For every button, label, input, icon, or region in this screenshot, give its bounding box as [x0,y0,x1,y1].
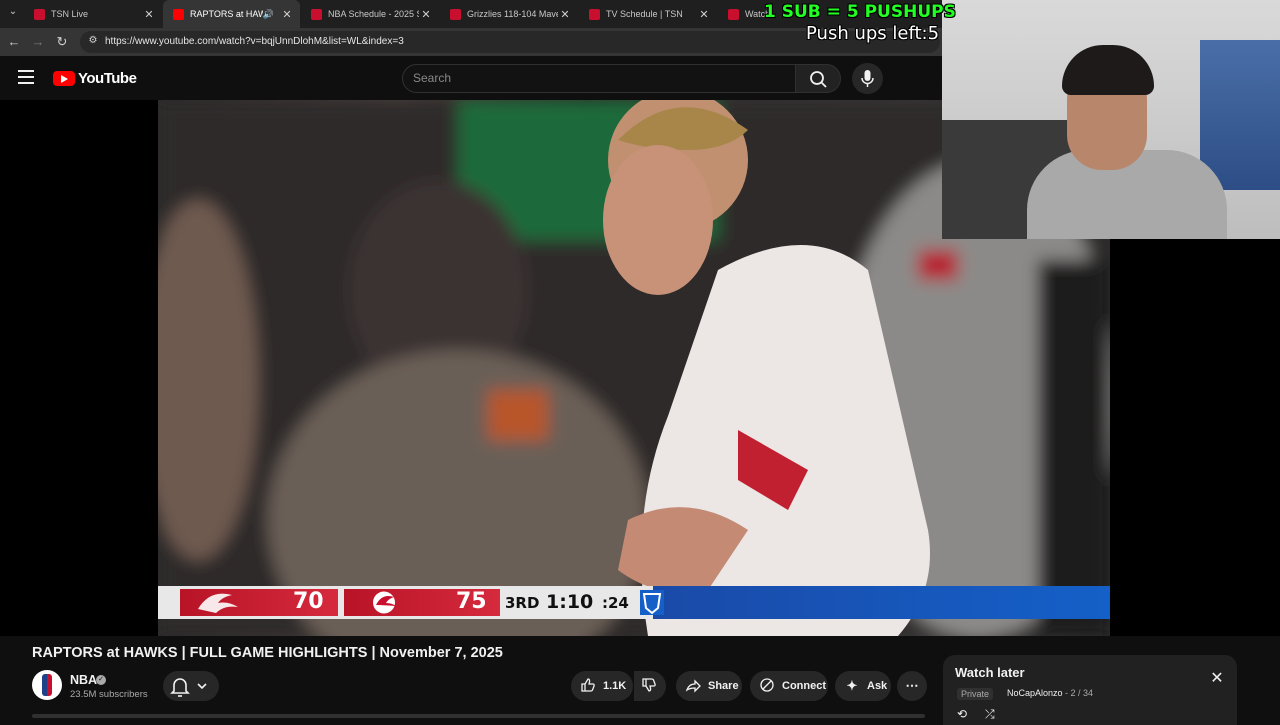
game-clock: 1:10 [546,591,594,613]
tab-close-icon[interactable]: ✕ [697,8,711,21]
tab-title: Grizzlies 118-104 Maveric [467,9,558,19]
share-arrow-icon [684,677,702,696]
verified-badge-icon: ✓ [96,675,106,685]
game-period: 3RD [505,594,540,612]
loop-icon[interactable]: ⟲ [957,707,967,721]
tab-search-icon[interactable]: ⌄ [4,6,22,22]
nba-favicon-icon [450,8,461,20]
back-arrow-icon[interactable]: ← [6,34,22,50]
below-video-divider [32,714,925,718]
microphone-icon [861,70,874,87]
tab-close-icon[interactable]: ✕ [142,8,156,21]
youtube-header: YouTube [0,56,942,100]
tab-tv-schedule-tsn[interactable]: TV Schedule | TSN ✕ [579,0,717,28]
voice-search-button[interactable] [852,63,883,94]
subscriber-count: 23.5M subscribers [70,689,148,700]
hawks-logo-icon [373,591,396,614]
connect-label: Connect [782,680,826,692]
webcam-background-window [1200,40,1280,190]
youtube-play-logo-icon [53,71,75,86]
pushups-left-overlay: Push ups left:5 [806,23,940,44]
close-icon[interactable]: ✕ [1209,671,1225,687]
ask-label: Ask [867,680,888,692]
sparkle-icon: ✦ [846,678,858,693]
tab-tsn-live[interactable]: TSN Live ✕ [24,0,162,28]
home-score: 75 [456,589,487,614]
tsn-favicon-icon [34,8,45,20]
thumbs-up-icon [579,677,597,696]
search-button[interactable] [795,64,841,93]
playlist-panel: Watch later ✕ Private NoCapAlonzo - 2 / … [943,655,1237,725]
nba-favicon-icon [311,8,322,20]
tab-raptors-at-hawks[interactable]: RAPTORS at HAWKS | 🔊 ✕ [163,0,300,28]
pushups-rule-overlay: 1 SUB = 5 PUSHUPS [764,2,956,22]
notification-bell-button[interactable] [163,671,219,701]
nba-logo-icon [42,674,52,696]
shot-clock: :24 [602,594,629,612]
tab-close-icon[interactable]: ✕ [558,8,572,21]
channel-name[interactable]: NBA [70,673,97,687]
hamburger-menu-icon[interactable] [18,70,34,84]
fanduel-shield-icon [640,590,664,615]
tab-favicon-icon [728,8,739,20]
connect-icon [758,677,776,696]
url-text[interactable]: https://www.youtube.com/watch?v=bqjUnnDl… [105,36,404,47]
webcam-overlay [942,0,1280,239]
channel-avatar[interactable] [32,670,62,700]
more-actions-button[interactable]: ⋯ [897,671,927,701]
raptors-logo-icon [198,593,238,613]
search-box [402,64,796,93]
share-button[interactable]: Share [676,671,742,701]
search-input[interactable] [413,71,783,85]
tab-title: RAPTORS at HAWKS | [190,9,263,19]
dislike-button[interactable] [634,671,666,701]
video-title: RAPTORS at HAWKS | FULL GAME HIGHLIGHTS … [32,645,503,661]
youtube-favicon-icon [173,8,184,20]
youtube-logo[interactable]: YouTube [53,70,137,87]
tab-grizzlies-mavericks[interactable]: Grizzlies 118-104 Maveric ✕ [440,0,578,28]
bell-icon [170,678,207,697]
share-label: Share [708,680,739,692]
webcam-person-hair [1062,45,1154,95]
away-score: 70 [293,589,324,614]
connect-button[interactable]: Connect [750,671,828,701]
playlist-position: - 2 / 34 [1065,688,1094,698]
playlist-title[interactable]: Watch later [955,665,1025,680]
reload-icon[interactable]: ↻ [54,34,70,50]
tab-close-icon[interactable]: ✕ [280,8,294,21]
more-horizontal-icon: ⋯ [905,678,919,693]
tab-title: TV Schedule | TSN [606,9,683,19]
playlist-owner[interactable]: NoCapAlonzo [1007,688,1063,698]
ask-button[interactable]: ✦ Ask [835,671,891,701]
thumbs-down-icon [640,677,658,696]
search-icon [810,71,827,88]
audio-playing-icon[interactable]: 🔊 [263,9,274,20]
forward-arrow-icon[interactable]: → [30,34,46,50]
playlist-privacy-badge: Private [957,688,994,700]
tab-nba-schedule[interactable]: NBA Schedule - 2025 Sea ✕ [301,0,439,28]
site-settings-icon[interactable]: ⚙ [86,35,100,49]
like-count: 1.1K [603,680,627,692]
like-button[interactable]: 1.1K [571,671,633,701]
tab-close-icon[interactable]: ✕ [419,8,433,21]
tab-title: TSN Live [51,9,89,19]
tsn-favicon-icon [589,8,600,20]
youtube-logo-text: YouTube [78,70,137,87]
tab-title: NBA Schedule - 2025 Sea [328,9,419,19]
